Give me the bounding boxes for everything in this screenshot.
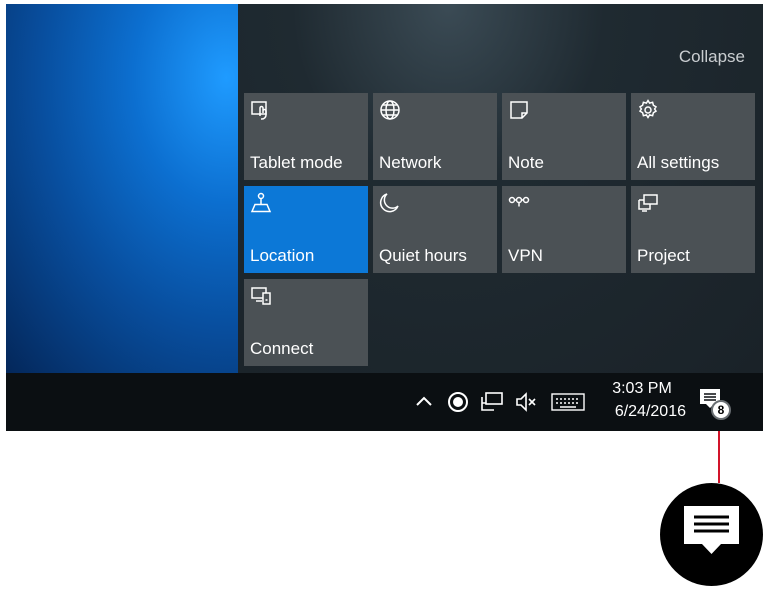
collapse-link[interactable]: Collapse	[679, 47, 745, 67]
action-center-button[interactable]: 8	[698, 387, 738, 427]
tile-quiet-hours[interactable]: Quiet hours	[373, 186, 497, 273]
tile-label: All settings	[637, 153, 720, 172]
gear-icon	[637, 99, 659, 121]
tile-network[interactable]: Network	[373, 93, 497, 180]
moon-icon	[379, 192, 401, 214]
tile-label: Note	[508, 153, 544, 172]
tile-label: Network	[379, 153, 442, 172]
tile-location[interactable]: Location	[244, 186, 368, 273]
tile-label: Tablet mode	[250, 153, 343, 172]
note-icon	[508, 99, 530, 121]
callout-magnifier	[660, 483, 763, 586]
globe-icon	[379, 99, 401, 121]
action-center-panel: Collapse Tablet mode Network Note All se…	[238, 4, 763, 373]
project-icon	[637, 192, 659, 214]
network-monitor-icon[interactable]	[480, 390, 504, 414]
clock[interactable]: 3:03 PM 6/24/2016	[598, 379, 686, 423]
keyboard-icon[interactable]	[551, 390, 585, 414]
tile-label: VPN	[508, 246, 543, 265]
tile-vpn[interactable]: VPN	[502, 186, 626, 273]
tile-label: Connect	[250, 339, 314, 358]
taskbar: 3:03 PM 6/24/2016 8	[6, 373, 763, 431]
record-icon[interactable]	[446, 390, 470, 414]
tile-tablet-mode[interactable]: Tablet mode	[244, 93, 368, 180]
desktop-wallpaper	[6, 4, 238, 373]
tile-note[interactable]: Note	[502, 93, 626, 180]
tile-project[interactable]: Project	[631, 186, 755, 273]
tile-label: Location	[250, 246, 315, 265]
notification-count-badge: 8	[711, 400, 731, 420]
volume-muted-icon[interactable]	[514, 390, 538, 414]
callout-line	[718, 431, 720, 483]
chevron-up-icon[interactable]	[412, 390, 436, 414]
message-icon	[684, 504, 739, 567]
tile-label: Project	[637, 246, 690, 265]
screen: Collapse Tablet mode Network Note All se…	[6, 4, 763, 431]
clock-time: 3:03 PM	[612, 380, 672, 397]
location-icon	[250, 192, 272, 214]
connect-icon	[250, 285, 272, 307]
tile-all-settings[interactable]: All settings	[631, 93, 755, 180]
tablet-mode-icon	[250, 99, 272, 121]
vpn-icon	[508, 192, 530, 214]
clock-date: 6/24/2016	[614, 403, 686, 420]
tile-connect[interactable]: Connect	[244, 279, 368, 366]
tile-label: Quiet hours	[379, 246, 467, 265]
